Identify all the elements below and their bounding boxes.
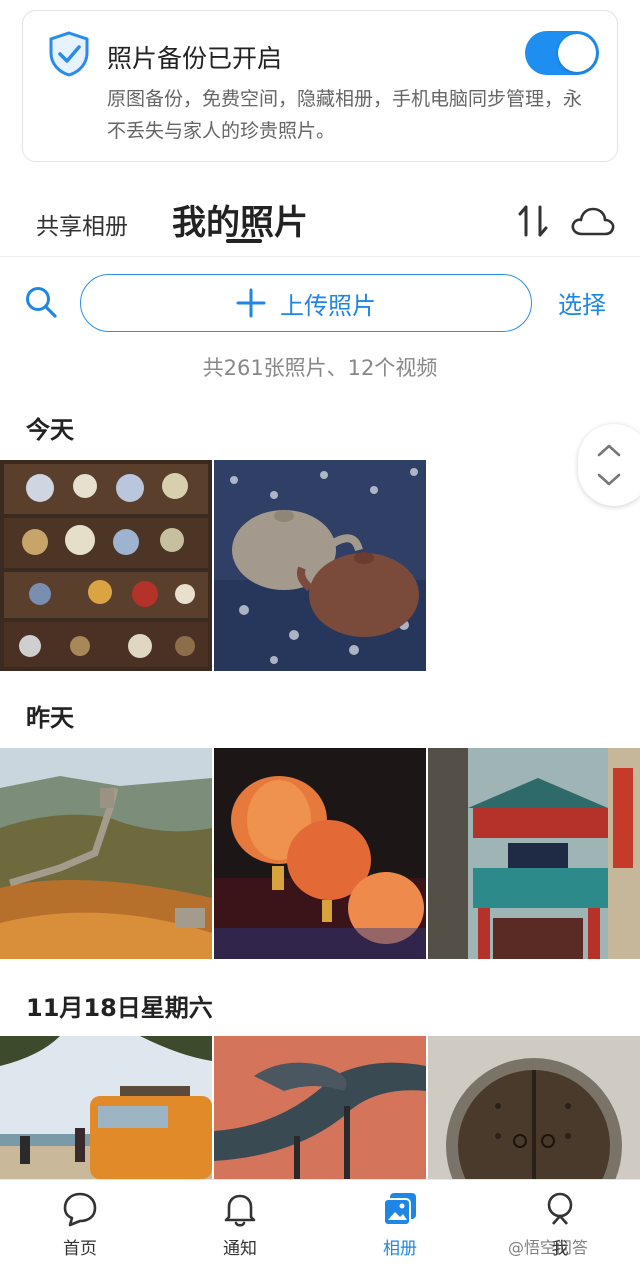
photo-row-yesterday bbox=[0, 748, 640, 959]
chevron-up-down-icon bbox=[597, 444, 621, 486]
nav-label-notifications: 通知 bbox=[223, 1239, 257, 1259]
backup-description: 原图备份，免费空间，隐藏相册，手机电脑同步管理，永不丢失与家人的珍贵照片。 bbox=[107, 88, 583, 142]
bell-icon bbox=[224, 1194, 256, 1227]
section-title-nov-18: 11月18日星期六 bbox=[26, 994, 213, 1022]
search-icon[interactable] bbox=[24, 285, 58, 319]
album-tabs: 共享相册 我的照片 bbox=[0, 185, 640, 257]
watermark: @悟空问答 bbox=[508, 1238, 589, 1257]
tab-shared-albums[interactable]: 共享相册 bbox=[36, 207, 128, 241]
photo-thumbnail[interactable] bbox=[214, 1036, 426, 1179]
nav-label-album: 相册 bbox=[383, 1239, 417, 1259]
scroll-control[interactable] bbox=[578, 424, 640, 506]
upload-label: 上传照片 bbox=[280, 291, 376, 320]
photo-row-today bbox=[0, 460, 640, 671]
photo-thumbnail[interactable] bbox=[428, 748, 640, 959]
photo-thumbnail[interactable] bbox=[428, 1036, 640, 1179]
nav-label-home: 首页 bbox=[63, 1239, 97, 1259]
photo-thumbnail[interactable] bbox=[214, 460, 426, 671]
select-button[interactable]: 选择 bbox=[558, 285, 606, 320]
active-tab-indicator bbox=[226, 239, 262, 243]
photo-thumbnail[interactable] bbox=[0, 1036, 212, 1179]
section-title-yesterday: 昨天 bbox=[26, 704, 74, 732]
person-icon bbox=[547, 1192, 573, 1225]
nav-album[interactable]: 相册 bbox=[350, 1190, 450, 1259]
toggle-knob bbox=[558, 34, 596, 72]
upload-photos-button[interactable]: 上传照片 bbox=[80, 274, 532, 332]
section-title-today: 今天 bbox=[26, 416, 74, 444]
photo-thumbnail[interactable] bbox=[214, 748, 426, 959]
photo-thumbnail[interactable] bbox=[0, 748, 212, 959]
photo-thumbnail[interactable] bbox=[0, 460, 212, 671]
sort-icon[interactable] bbox=[516, 203, 552, 239]
nav-notifications[interactable]: 通知 bbox=[190, 1190, 290, 1259]
tab-my-photos[interactable]: 我的照片 bbox=[172, 195, 308, 244]
backup-title: 照片备份已开启 bbox=[107, 44, 283, 73]
album-icon bbox=[383, 1193, 416, 1226]
nav-home[interactable]: 首页 bbox=[30, 1190, 130, 1259]
plus-icon bbox=[236, 288, 266, 318]
backup-toggle[interactable] bbox=[525, 31, 599, 75]
media-count: 共261张照片、12个视频 bbox=[202, 356, 438, 380]
photo-row-nov-18 bbox=[0, 1036, 640, 1179]
shield-check-icon bbox=[49, 31, 89, 77]
backup-banner[interactable]: 照片备份已开启 原图备份，免费空间，隐藏相册，手机电脑同步管理，永不丢失与家人的… bbox=[22, 10, 618, 162]
cloud-icon[interactable] bbox=[570, 205, 616, 237]
chat-bubble-icon bbox=[63, 1192, 97, 1227]
